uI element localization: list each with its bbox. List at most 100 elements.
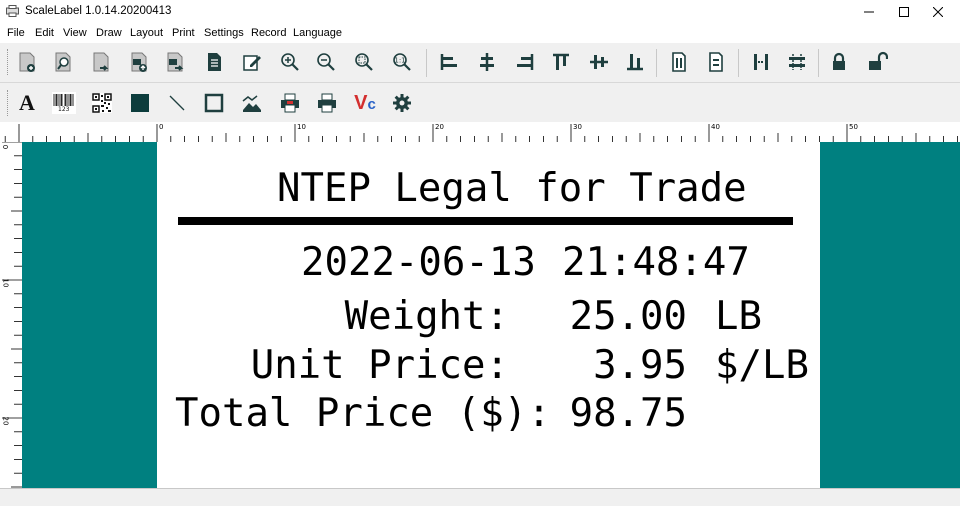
distribute-horizontal-icon [672, 52, 686, 72]
vertical-ruler-ticks [2, 142, 22, 488]
weight-value[interactable]: 25.00 [557, 294, 687, 339]
barcode-digits: 123 [58, 106, 70, 113]
total-price-value[interactable]: 98.75 [557, 391, 687, 436]
menu-edit[interactable]: Edit [35, 27, 54, 39]
menu-language[interactable]: Language [293, 27, 342, 39]
ruler-label: 0 [159, 123, 164, 131]
horizontal-ruler: 0 10 20 30 40 50 [0, 122, 960, 143]
upload-file-button[interactable] [126, 49, 152, 75]
line-tool-button[interactable] [164, 90, 190, 116]
total-price-label[interactable]: Total Price ($): [175, 391, 551, 436]
settings-button[interactable] [389, 90, 415, 116]
text-icon: A [19, 90, 35, 115]
align-bottom-button[interactable] [622, 49, 648, 75]
ruler-label: 30 [573, 123, 582, 131]
menu-file[interactable]: File [7, 27, 25, 39]
open-file-icon [55, 52, 71, 72]
toolbar-grip[interactable] [7, 49, 11, 75]
align-top-button[interactable] [548, 49, 574, 75]
align-right-button[interactable] [512, 49, 538, 75]
toolbar-divider [0, 82, 960, 83]
close-button[interactable] [921, 0, 955, 24]
unlock-icon [869, 51, 888, 70]
weight-label[interactable]: Weight: [277, 294, 509, 339]
ruler-label: 40 [711, 123, 720, 131]
close-icon [933, 7, 943, 17]
gear-icon [393, 94, 411, 112]
label-divider-line[interactable] [178, 217, 793, 225]
zoom-in-icon [281, 53, 299, 71]
new-file-button[interactable] [14, 49, 40, 75]
align-center-button[interactable] [474, 49, 500, 75]
zoom-in-button[interactable] [277, 49, 303, 75]
horizontal-ruler-ticks [4, 124, 958, 142]
image-tool-button[interactable] [239, 90, 265, 116]
menu-draw[interactable]: Draw [96, 27, 122, 39]
variable-sub-glyph: c [367, 96, 376, 113]
upload-file-icon [131, 52, 147, 72]
zoom-out-button[interactable] [313, 49, 339, 75]
label-title[interactable]: NTEP Legal for Trade [277, 166, 747, 211]
ruler-label: 0 [1, 144, 10, 150]
lock-button[interactable] [826, 49, 852, 75]
align-right-icon [517, 54, 534, 70]
align-middle-button[interactable] [586, 49, 612, 75]
label-date[interactable]: 2022-06-13 [301, 240, 536, 285]
app-icon [6, 5, 19, 17]
spacing-vertical-icon [789, 54, 805, 70]
menu-print[interactable]: Print [172, 27, 195, 39]
label-preview[interactable]: NTEP Legal for Trade 2022-06-13 21:48:47… [157, 142, 820, 488]
distribute-vertical-button[interactable] [703, 49, 729, 75]
line-icon [169, 95, 185, 111]
align-left-button[interactable] [436, 49, 462, 75]
save-file-button[interactable] [88, 49, 114, 75]
unlock-button[interactable] [864, 49, 890, 75]
zoom-reset-button[interactable]: 1:1 [389, 49, 415, 75]
download-file-button[interactable] [162, 49, 188, 75]
ruler-label: 20 [1, 416, 10, 426]
minimize-button[interactable] [852, 0, 886, 24]
qrcode-tool-button[interactable] [89, 90, 115, 116]
rectangle-tool-button[interactable] [201, 90, 227, 116]
spacing-vertical-button[interactable] [784, 49, 810, 75]
download-file-icon [167, 52, 184, 72]
unit-price-unit[interactable]: $/LB [715, 343, 809, 388]
print-preview-icon [281, 93, 299, 113]
toolbar-grip[interactable] [7, 90, 11, 116]
zoom-out-icon [317, 53, 335, 71]
maximize-button[interactable] [887, 0, 921, 24]
ruler-label: 50 [849, 123, 858, 131]
menu-view[interactable]: View [63, 27, 87, 39]
zoom-fit-button[interactable] [351, 49, 377, 75]
filled-rectangle-tool-button[interactable] [127, 90, 153, 116]
edit-icon [243, 55, 261, 71]
rectangle-icon [204, 93, 224, 113]
print-icon [318, 93, 336, 113]
align-middle-icon [590, 55, 608, 69]
align-top-icon [553, 53, 569, 70]
align-left-icon [440, 54, 457, 70]
spacing-horizontal-button[interactable] [748, 49, 774, 75]
distribute-horizontal-button[interactable] [666, 49, 692, 75]
open-file-button[interactable] [50, 49, 76, 75]
print-button[interactable] [314, 90, 340, 116]
unit-price-value[interactable]: 3.95 [557, 343, 687, 388]
label-time[interactable]: 21:48:47 [562, 240, 750, 285]
menu-layout[interactable]: Layout [130, 27, 163, 39]
print-preview-button[interactable] [277, 90, 303, 116]
align-center-icon [480, 53, 494, 71]
document-button[interactable] [201, 49, 227, 75]
menu-record[interactable]: Record [251, 27, 286, 39]
menu-settings[interactable]: Settings [204, 27, 244, 39]
text-tool-button[interactable]: A [14, 90, 40, 116]
image-icon [242, 95, 261, 112]
filled-rectangle-icon [131, 94, 149, 112]
edit-button[interactable] [239, 49, 265, 75]
align-bottom-icon [627, 54, 643, 71]
barcode-tool-button[interactable]: 123 [50, 90, 78, 116]
maximize-icon [899, 7, 909, 17]
unit-price-label[interactable]: Unit Price: [237, 343, 509, 388]
distribute-vertical-icon [709, 52, 723, 72]
variable-tool-button[interactable]: Vc [352, 90, 378, 116]
weight-unit[interactable]: LB [715, 294, 762, 339]
